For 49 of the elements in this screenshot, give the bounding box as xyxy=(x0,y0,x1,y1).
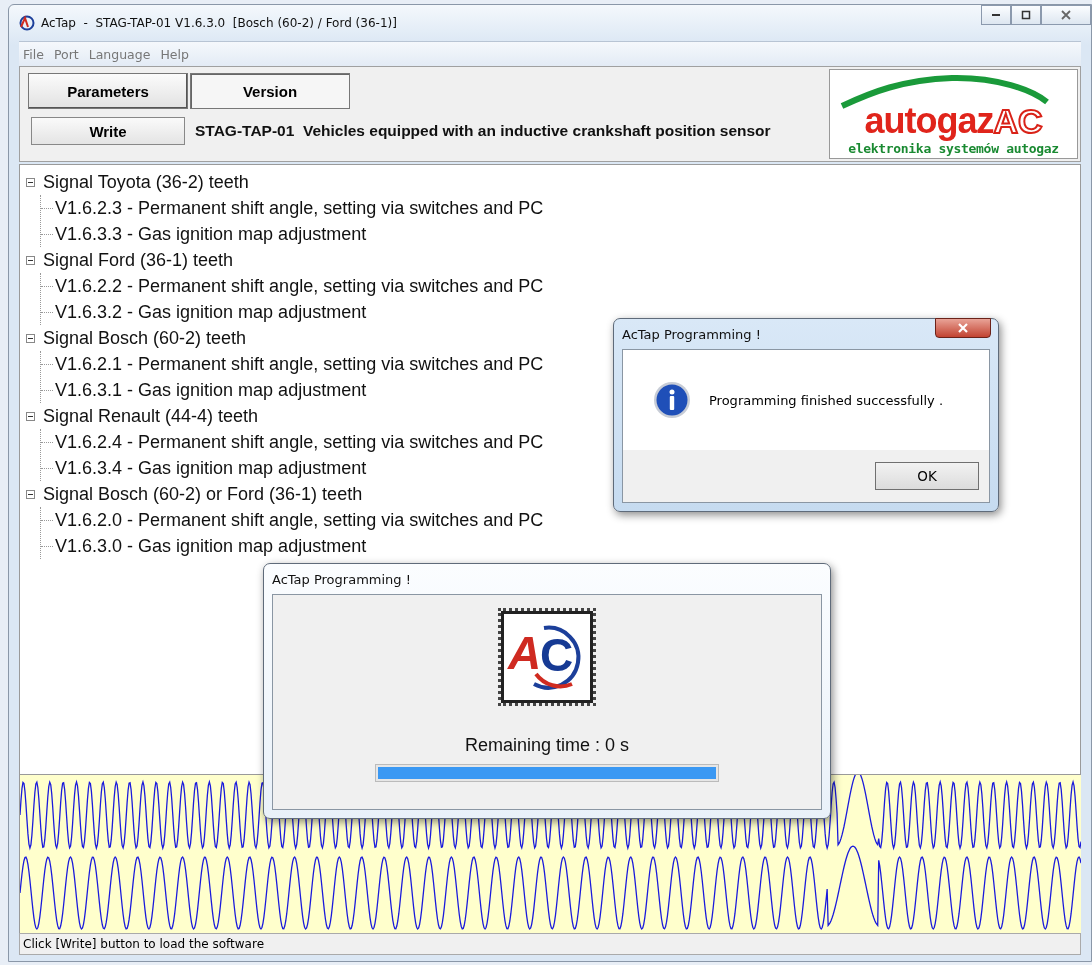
menu-item[interactable]: File xyxy=(19,46,50,62)
close-icon xyxy=(1060,10,1072,20)
dialog-title: AcTap Programming ! xyxy=(622,326,761,342)
tab[interactable]: Parameters xyxy=(28,73,188,109)
status-text: Click [Write] button to load the software xyxy=(23,937,265,951)
tree-item[interactable]: V1.6.3.1 - Gas ignition map adjustment xyxy=(55,379,367,401)
collapse-icon[interactable] xyxy=(26,255,35,265)
tree-item[interactable]: Signal Ford (36-1) teeth xyxy=(43,249,234,271)
collapse-icon[interactable] xyxy=(26,177,35,187)
window-title: AcTap - STAG-TAP-01 V1.6.3.0 [Bosch (60-2) / Ford (36-1)] xyxy=(41,16,397,30)
tree-item[interactable]: V1.6.2.4 - Permanent shift angle, setting via switches and PC xyxy=(55,431,544,453)
tab[interactable]: Version xyxy=(190,73,350,109)
ok-button[interactable]: OK xyxy=(875,462,979,490)
tree-item[interactable]: V1.6.3.2 - Gas ignition map adjustment xyxy=(55,301,367,323)
minimize-button[interactable] xyxy=(981,5,1011,25)
menu-item[interactable]: Port xyxy=(49,46,85,62)
collapse-icon[interactable] xyxy=(26,489,35,499)
collapse-icon[interactable] xyxy=(26,333,35,343)
close-icon xyxy=(957,323,969,333)
collapse-icon[interactable] xyxy=(26,411,35,421)
tree-item[interactable]: V1.6.2.3 - Permanent shift angle, setting via switches and PC xyxy=(55,197,544,219)
remaining-time-text: Remaining time : 0 s xyxy=(464,735,630,756)
tree-item[interactable]: Signal Bosch (60-2) teeth xyxy=(43,327,247,349)
logo-letter: A xyxy=(508,630,542,676)
maximize-button[interactable] xyxy=(1011,5,1041,25)
write-button[interactable]: Write xyxy=(31,117,185,145)
close-button[interactable] xyxy=(935,318,991,338)
brand-text: autogaz xyxy=(864,101,994,141)
tree-item[interactable]: Signal Bosch (60-2) or Ford (36-1) teeth xyxy=(43,483,363,505)
app-logo-icon xyxy=(19,15,35,31)
dialog-title: AcTap Programming ! xyxy=(272,571,411,587)
logo-letter: C xyxy=(540,632,574,678)
menu-item[interactable]: Language xyxy=(84,46,157,62)
message-text: Programming finished successfully . xyxy=(709,392,944,408)
brand-mark: AC xyxy=(993,101,1043,140)
tree-item[interactable]: V1.6.3.3 - Gas ignition map adjustment xyxy=(55,223,367,245)
tree-item[interactable]: V1.6.3.0 - Gas ignition map adjustment xyxy=(55,535,367,557)
minimize-icon xyxy=(991,13,1001,17)
tree-item[interactable]: Signal Toyota (36-2) teeth xyxy=(43,171,249,193)
menu-item[interactable]: Help xyxy=(156,46,195,62)
maximize-icon xyxy=(1021,10,1031,20)
tree-item[interactable]: V1.6.3.4 - Gas ignition map adjustment xyxy=(55,457,367,479)
tree-item[interactable]: V1.6.2.0 - Permanent shift angle, setting via switches and PC xyxy=(55,509,544,531)
tree-item[interactable]: Signal Renault (44-4) teeth xyxy=(43,405,259,427)
description-text: STAG-TAP-01 Vehicles equipped with an inductive crankshaft position sensor xyxy=(195,122,771,140)
tagline-text: elektronika systemów autogaz xyxy=(848,141,1059,156)
tree-item[interactable]: V1.6.2.2 - Permanent shift angle, setting via switches and PC xyxy=(55,275,544,297)
tree-item[interactable]: V1.6.2.1 - Permanent shift angle, setting via switches and PC xyxy=(55,353,544,375)
info-icon xyxy=(653,381,691,419)
